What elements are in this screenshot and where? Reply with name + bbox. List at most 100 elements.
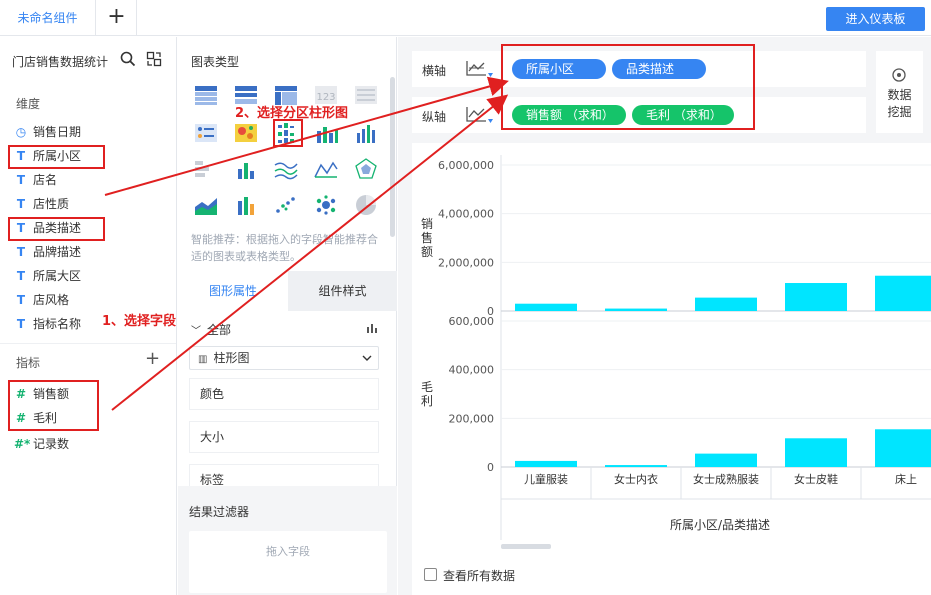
field-region[interactable]: T 所属大区 (14, 266, 81, 286)
label-property[interactable]: 标签 (189, 464, 379, 488)
size-property[interactable]: 大小 (189, 421, 379, 453)
category-label: 儿童服装 (524, 472, 568, 486)
filter-placeholder: 拖入字段 (266, 545, 310, 558)
chevron-down-icon: ﹀ (191, 326, 201, 337)
field-label: 记录数 (33, 437, 70, 451)
field-brand[interactable]: T 品牌描述 (14, 242, 81, 262)
text-field-icon: T (16, 317, 26, 331)
bar-chart-small-icon (367, 324, 377, 333)
radar-chart-icon[interactable] (353, 157, 379, 181)
scrollbar[interactable] (390, 77, 395, 237)
highlight-partition-bar-icon (273, 119, 303, 147)
view-all-data-checkbox[interactable] (424, 568, 437, 581)
field-store-style[interactable]: T 店风格 (14, 290, 69, 310)
chart-type-select[interactable]: ▥ 柱形图 (189, 346, 379, 370)
bar (695, 453, 757, 467)
x-axis-title: 所属小区/品类描述 (670, 518, 770, 532)
dataset-title: 门店销售数据统计 (12, 55, 109, 69)
color-property[interactable]: 颜色 (189, 378, 379, 410)
x-axis-label: 横轴 (422, 64, 447, 78)
heatmap-icon[interactable] (233, 121, 259, 145)
text-field-icon: T (16, 173, 26, 187)
axis-title: 销 (421, 217, 433, 231)
all-properties-toggle[interactable]: ﹀ 全部 (191, 321, 231, 338)
area-line-icon[interactable] (313, 157, 339, 181)
add-measure-button[interactable]: + (145, 350, 160, 368)
category-label: 女士成熟服装 (693, 472, 759, 486)
add-tab-button[interactable]: + (97, 0, 137, 36)
switch-dataset-icon[interactable] (146, 51, 162, 67)
text-field-icon: T (16, 197, 26, 211)
bar (875, 429, 931, 467)
field-metric-name[interactable]: T 指标名称 (14, 314, 81, 334)
partition-bar-chart: 02,000,0004,000,0006,000,000销售额0200,0004… (421, 155, 931, 549)
comparison-bar-icon[interactable] (233, 157, 259, 181)
tick-label: 600,000 (449, 315, 495, 328)
horizontal-scrollbar (501, 544, 551, 549)
tab-component[interactable]: 未命名组件 (0, 0, 96, 36)
search-icon[interactable] (120, 51, 136, 67)
bar (605, 308, 667, 311)
highlight-measure-fields (8, 380, 99, 431)
horizontal-bar-icon[interactable] (193, 157, 219, 181)
tick-label: 6,000,000 (438, 159, 494, 172)
field-label: 品牌描述 (33, 245, 82, 259)
range-bar-icon[interactable] (233, 193, 259, 217)
tab-component-style[interactable]: 组件样式 (288, 271, 397, 311)
field-store-type[interactable]: T 店性质 (14, 194, 69, 214)
chart-select-value: 柱形图 (213, 351, 250, 365)
view-all-data-label: 查看所有数据 (443, 569, 516, 583)
data-mining-label-1: 数据 (887, 88, 912, 102)
highlight-category-field (8, 217, 105, 241)
x-axis-config-icon[interactable] (464, 59, 494, 79)
highlight-axis-pills (501, 44, 755, 130)
table-type-icon[interactable] (193, 83, 219, 107)
scatter-chart-icon[interactable] (273, 193, 299, 217)
tab-graph-properties[interactable]: 图形属性 (178, 271, 288, 311)
text-field-icon: T (16, 269, 26, 283)
tick-label: 4,000,000 (438, 208, 494, 221)
field-label: 销售日期 (33, 125, 82, 139)
axis-title: 毛 (421, 380, 433, 394)
bar (785, 438, 847, 467)
top-bar: 未命名组件 + 进入仪表板 (0, 0, 931, 36)
y-axis-config-icon[interactable] (464, 105, 494, 125)
category-label: 床上 (895, 472, 917, 486)
bar (515, 303, 577, 311)
bar (605, 465, 667, 467)
field-label: 所属大区 (33, 269, 82, 283)
category-label: 女士皮鞋 (794, 472, 838, 486)
field-store-name[interactable]: T 店名 (14, 170, 57, 190)
record-count-icon: #* (14, 437, 31, 451)
field-record-count[interactable]: #* 记录数 (14, 434, 69, 454)
area-chart-icon[interactable] (193, 193, 219, 217)
measure-section-label: 指标 (16, 356, 41, 370)
y-axis-label: 纵轴 (422, 110, 447, 124)
data-mining-button[interactable]: 数据 挖掘 (876, 51, 923, 133)
bubble-chart-icon[interactable] (313, 193, 339, 217)
bar-chart-icon[interactable] (353, 121, 379, 145)
bar (785, 283, 847, 311)
text-field-icon: T (16, 293, 26, 307)
tick-label: 2,000,000 (438, 256, 494, 269)
kpi-table-icon[interactable] (193, 121, 219, 145)
tick-label: 400,000 (449, 364, 495, 377)
field-label: 店风格 (33, 293, 70, 307)
annotation-step2: 2、选择分区柱形图 (235, 106, 349, 121)
detail-table-icon[interactable] (353, 83, 379, 107)
dimension-section-label: 维度 (16, 97, 41, 111)
field-label: 指标名称 (33, 317, 82, 331)
chevron-down-icon (362, 355, 372, 361)
all-label: 全部 (207, 323, 232, 337)
clock-icon: ◷ (15, 125, 27, 139)
line-chart-icon[interactable] (273, 157, 299, 181)
annotation-step1: 1、选择字段 (102, 314, 177, 329)
enter-dashboard-button[interactable]: 进入仪表板 (826, 7, 925, 31)
stacked-bar-chart-icon[interactable] (313, 121, 339, 145)
smart-recommend-text: 智能推荐：根据拖入的字段智能推荐合适的图表或表格类型。 (191, 233, 378, 263)
field-sales-date[interactable]: ◷ 销售日期 (14, 122, 81, 142)
bar (875, 275, 931, 311)
field-label: 店性质 (33, 197, 70, 211)
filter-drop-zone[interactable]: 拖入字段 (189, 531, 387, 593)
pie-chart-icon[interactable] (353, 193, 379, 217)
